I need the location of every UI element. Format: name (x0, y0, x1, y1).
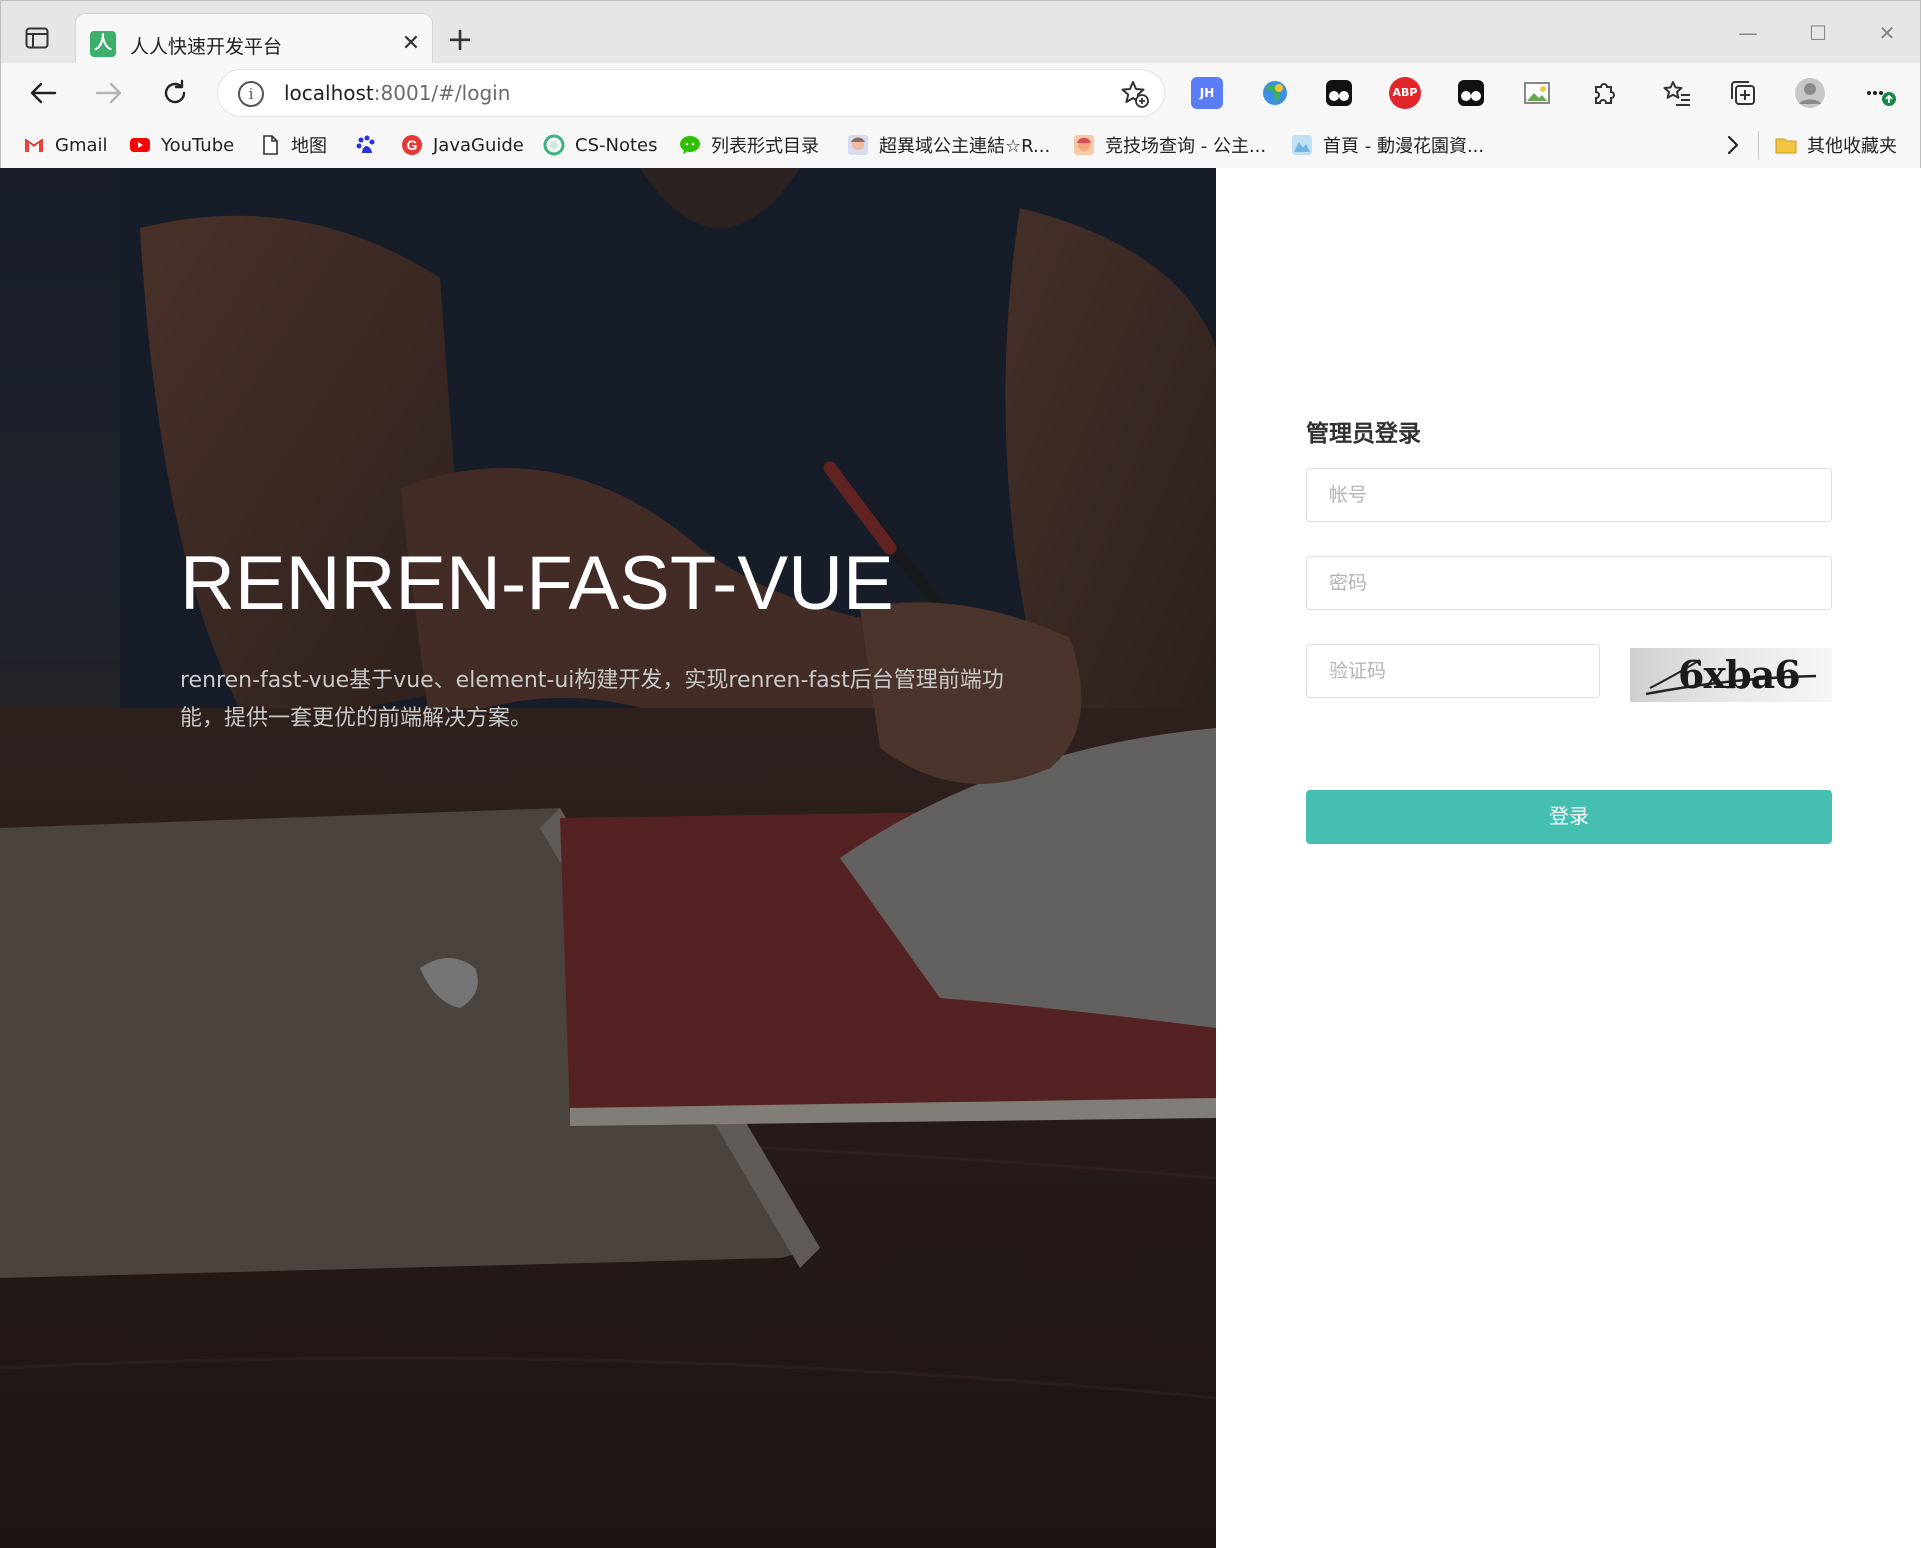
bookmark-dmhy[interactable]: 首頁 - 動漫花園資... (1291, 132, 1484, 158)
bookmarks-divider (1758, 131, 1759, 159)
bookmark-directory[interactable]: 列表形式目录 (679, 132, 819, 158)
hero-background-image: RENREN-FAST-VUE renren-fast-vue基于vue、ele… (0, 168, 1216, 1548)
dmhy-icon (1292, 135, 1312, 155)
address-url[interactable]: localhost:8001/#/login (284, 81, 510, 105)
bookmark-gmail[interactable]: Gmail (23, 132, 108, 158)
captcha-text: 6xba6 (1678, 652, 1801, 697)
collections-icon[interactable] (1727, 77, 1759, 109)
wechat-icon (680, 136, 700, 154)
arena-query-icon (1074, 135, 1094, 155)
tampermonkey-extension-icon[interactable] (1323, 77, 1355, 109)
page-icon (263, 135, 278, 155)
close-icon[interactable]: ✕ (398, 31, 424, 57)
window-close-icon[interactable]: ✕ (1865, 15, 1909, 51)
refresh-icon[interactable] (155, 73, 195, 113)
minimize-icon[interactable]: — (1726, 15, 1770, 51)
add-favorite-icon[interactable] (1120, 79, 1150, 109)
browser-window: 人 人人快速开发平台 ✕ + — ☐ ✕ i localhost:8001/#/… (0, 0, 1921, 169)
svg-text:G: G (407, 137, 418, 153)
new-tab-button[interactable]: + (441, 21, 479, 59)
bookmark-label: 列表形式目录 (711, 136, 819, 157)
tab-favicon-icon: 人 (90, 31, 116, 57)
gmail-icon (24, 138, 44, 152)
bookmark-youtube[interactable]: YouTube (129, 132, 234, 158)
maximize-icon[interactable]: ☐ (1796, 15, 1840, 51)
password-input[interactable]: 密码 (1306, 556, 1832, 610)
address-bar[interactable]: i localhost:8001/#/login (217, 69, 1165, 117)
tab-title: 人人快速开发平台 (130, 36, 283, 58)
captcha-image[interactable]: 6xba6 (1630, 648, 1832, 702)
bookmarks-bar: Gmail YouTube 地图 G JavaGuide CS-Notes 列表… (1, 121, 1920, 169)
folder-icon (1775, 138, 1797, 154)
princess-connect-icon (848, 135, 868, 155)
bookmarks-overflow-icon[interactable] (1723, 132, 1743, 158)
hero-description: renren-fast-vue基于vue、element-ui构建开发，实现re… (180, 668, 1004, 731)
profile-avatar-icon[interactable] (1794, 77, 1826, 109)
login-title: 管理员登录 (1306, 421, 1421, 447)
baidu-icon (356, 135, 375, 153)
bookmark-label: 地图 (291, 136, 327, 157)
username-input[interactable]: 帐号 (1306, 468, 1832, 522)
bookmark-arena-query[interactable]: 竞技场查询 - 公主... (1073, 132, 1266, 158)
youtube-icon (130, 138, 150, 152)
bookmark-javaguide[interactable]: G JavaGuide (401, 132, 524, 158)
bookmark-label: JavaGuide (433, 134, 524, 156)
bookmark-label: 竞技场查询 - 公主... (1105, 136, 1267, 157)
bookmark-cs-notes[interactable]: CS-Notes (543, 132, 657, 158)
jh-extension-icon[interactable]: JH (1191, 77, 1223, 109)
bookmark-baidu[interactable] (355, 132, 387, 158)
bookmark-label: Gmail (55, 134, 108, 156)
bookmark-label: CS-Notes (575, 134, 658, 156)
more-options-icon[interactable] (1863, 77, 1896, 109)
login-submit-button[interactable]: 登录 (1306, 790, 1832, 844)
forward-icon[interactable] (89, 73, 129, 113)
navigation-bar: i localhost:8001/#/login JH ABP (1, 63, 1920, 121)
favorites-list-icon[interactable] (1661, 77, 1693, 109)
cs-notes-icon (543, 134, 565, 156)
back-icon[interactable] (23, 73, 63, 113)
bookmark-map[interactable]: 地图 (259, 132, 327, 158)
site-info-icon[interactable]: i (238, 81, 264, 107)
login-page: RENREN-FAST-VUE renren-fast-vue基于vue、ele… (0, 168, 1921, 1548)
abp-extension-icon[interactable]: ABP (1389, 77, 1421, 109)
javaguide-icon: G (402, 135, 422, 155)
bookmark-princess-connect[interactable]: 超異域公主連結☆R... (847, 132, 1050, 158)
extensions-puzzle-icon[interactable] (1587, 77, 1619, 109)
bookmark-label: 首頁 - 動漫花園資... (1323, 136, 1485, 157)
hero-photo-illustration (0, 168, 1216, 1548)
bookmark-label: 其他收藏夹 (1807, 136, 1897, 157)
bookmark-other-folder[interactable]: 其他收藏夹 (1775, 132, 1897, 158)
hero-title: RENREN-FAST-VUE (180, 541, 894, 626)
login-panel: 管理员登录 帐号 密码 验证码 6xba6 登录 (1216, 168, 1921, 1548)
globe-extension-icon[interactable] (1259, 77, 1291, 109)
bookmark-label: 超異域公主連結☆R... (879, 136, 1051, 157)
captcha-input[interactable]: 验证码 (1306, 644, 1600, 698)
bookmark-label: YouTube (161, 134, 235, 156)
tab-actions-icon[interactable] (15, 23, 59, 53)
tampermonkey-2-extension-icon[interactable] (1455, 77, 1487, 109)
image-extension-icon[interactable] (1521, 77, 1553, 109)
